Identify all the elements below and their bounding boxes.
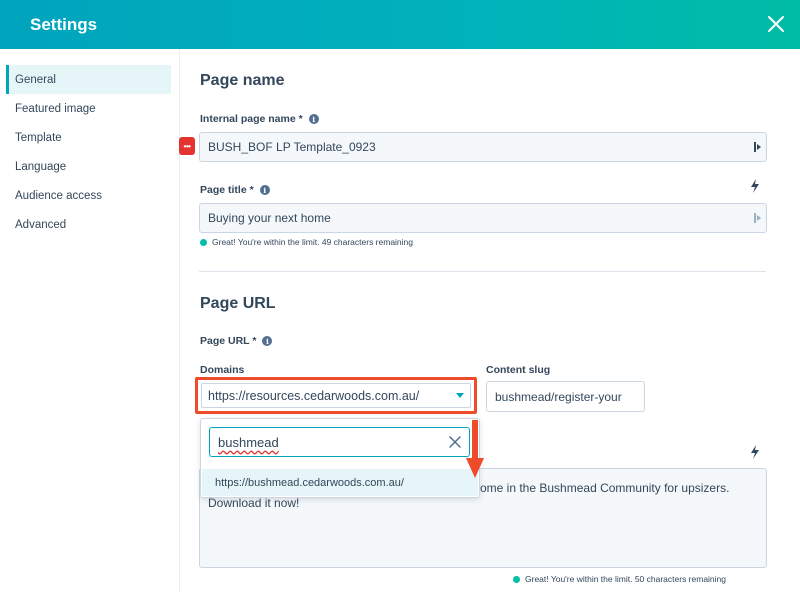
sidebar-item-general[interactable]: General: [6, 65, 171, 94]
settings-sidebar: General Featured image Template Language…: [0, 49, 180, 592]
close-icon[interactable]: [764, 12, 788, 36]
chevron-down-icon[interactable]: [456, 393, 464, 398]
page-title-input[interactable]: Buying your next home: [199, 203, 767, 233]
domain-select[interactable]: https://resources.cedarwoods.com.au/: [195, 377, 477, 414]
section-divider: [199, 271, 766, 272]
personalization-token-icon[interactable]: [753, 141, 763, 153]
domain-option[interactable]: https://bushmead.cedarwoods.com.au/: [202, 469, 478, 496]
page-url-heading: Page URL: [200, 295, 276, 312]
internal-page-name-label: Internal page name * i: [200, 113, 319, 125]
domains-label: Domains: [200, 364, 245, 376]
sidebar-item-label: Featured image: [15, 102, 96, 115]
settings-header: Settings: [0, 0, 800, 49]
domain-dropdown: bushmead https://bushmead.cedarwoods.com…: [200, 418, 480, 498]
sidebar-item-label: Advanced: [15, 218, 67, 231]
personalization-token-icon[interactable]: [753, 212, 763, 224]
red-arrow-annotation-icon: [466, 420, 484, 478]
info-icon[interactable]: i: [308, 114, 319, 124]
internal-page-name-label-text: Internal page name *: [200, 113, 303, 125]
content-slug-input[interactable]: bushmead/register-your: [486, 381, 645, 412]
page-title-label: Page title * i: [200, 184, 270, 196]
sidebar-item-advanced[interactable]: Advanced: [0, 210, 179, 239]
page-url-label: Page URL * i: [200, 335, 273, 347]
page-name-heading: Page name: [200, 72, 285, 89]
domain-search-input[interactable]: bushmead: [209, 427, 470, 457]
sidebar-item-label: Language: [15, 160, 67, 173]
meta-description-hint: Great! You're within the limit. 50 chara…: [513, 574, 726, 584]
ai-assist-icon[interactable]: [749, 445, 761, 459]
success-dot-icon: [513, 575, 520, 583]
page-title-value: Buying your next home: [208, 211, 331, 225]
sidebar-item-label: Audience access: [15, 189, 102, 202]
page-url-label-text: Page URL *: [200, 335, 257, 347]
sidebar-item-featured-image[interactable]: Featured image: [0, 94, 179, 123]
settings-title: Settings: [30, 14, 98, 34]
meta-description-line: ome in the Bushmead Community for upsize…: [480, 481, 730, 495]
clear-search-icon[interactable]: [449, 436, 461, 448]
domain-select-inner[interactable]: https://resources.cedarwoods.com.au/: [201, 383, 471, 408]
sidebar-item-template[interactable]: Template: [0, 123, 179, 152]
page-title-hint-text: Great! You're within the limit. 49 chara…: [212, 237, 413, 247]
sidebar-item-label: General: [15, 73, 56, 86]
meta-description-hint-text: Great! You're within the limit. 50 chara…: [525, 574, 726, 584]
content-slug-value: bushmead/register-your: [495, 389, 622, 404]
content-slug-label: Content slug: [486, 364, 551, 376]
sidebar-item-audience-access[interactable]: Audience access: [0, 181, 179, 210]
domain-select-value: https://resources.cedarwoods.com.au/: [208, 388, 420, 403]
internal-page-name-input[interactable]: BUSH_BOF LP Template_0923: [199, 132, 767, 162]
page-title-hint: Great! You're within the limit. 49 chara…: [200, 237, 413, 247]
internal-page-name-value: BUSH_BOF LP Template_0923: [208, 140, 376, 154]
ai-assist-icon[interactable]: [749, 179, 761, 193]
error-marker-icon: •••: [179, 137, 195, 155]
page-title-label-text: Page title *: [200, 184, 254, 196]
sidebar-item-label: Template: [15, 131, 62, 144]
success-dot-icon: [200, 238, 207, 246]
info-icon[interactable]: i: [262, 336, 273, 346]
sidebar-item-language[interactable]: Language: [0, 152, 179, 181]
domain-search-value: bushmead: [218, 434, 279, 450]
info-icon[interactable]: i: [259, 185, 270, 195]
domain-option-label: https://bushmead.cedarwoods.com.au/: [215, 476, 404, 489]
